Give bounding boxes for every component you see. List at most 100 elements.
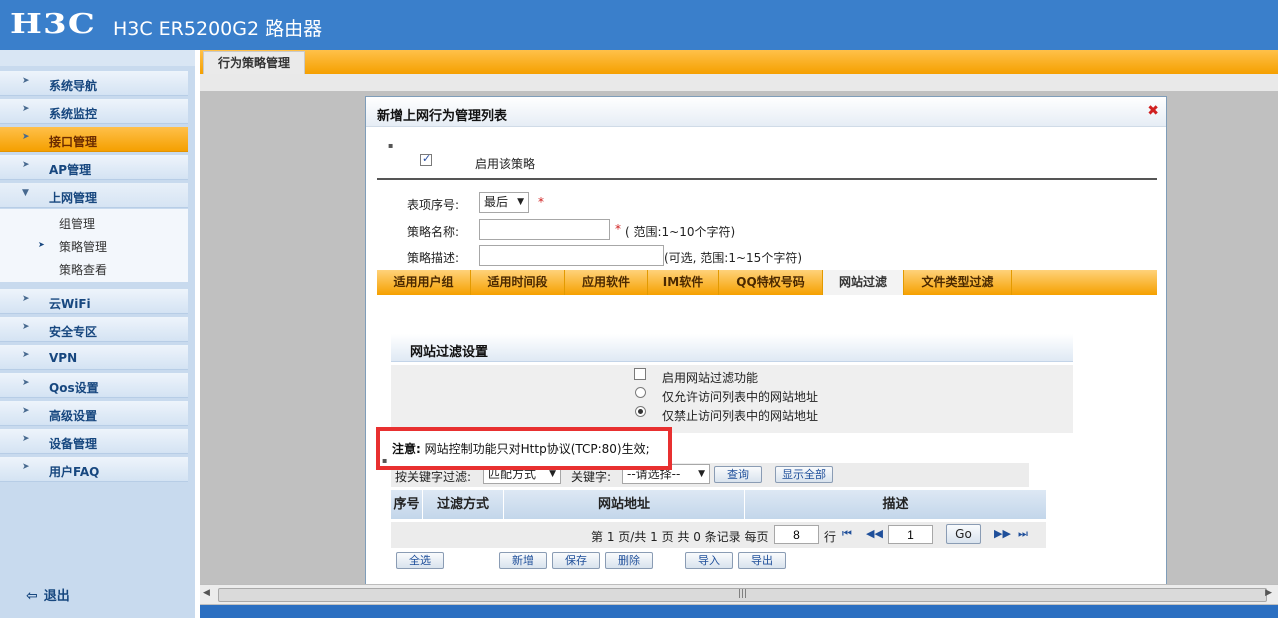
sidebar-item-user-faq[interactable]: ➤ 用户FAQ: [0, 457, 188, 482]
logout-icon: ⇦: [26, 588, 38, 604]
bullet-icon: ▪: [382, 456, 388, 465]
sidebar-item-label: 系统导航: [49, 79, 98, 93]
tab-strip: [200, 74, 1278, 91]
chevron-right-icon: ➤: [38, 240, 45, 249]
sidebar-item-label: 上网管理: [49, 191, 98, 205]
close-icon[interactable]: ✖: [1147, 103, 1159, 119]
chevron-down-icon: ▼: [517, 197, 524, 207]
deny-list-radio[interactable]: [635, 406, 646, 417]
enable-web-filter-label: 启用网站过滤功能: [662, 371, 759, 385]
sidebar: ➤ 系统导航 ➤ 系统监控 ➤ 接口管理 ➤ AP管理 ▼ 上网管理 组管理 ➤…: [0, 50, 195, 618]
chevron-right-icon: ➤: [22, 104, 30, 114]
export-button[interactable]: 导出: [738, 552, 786, 569]
sidebar-item-system-nav[interactable]: ➤ 系统导航: [0, 71, 188, 96]
last-page-icon[interactable]: ⏭: [1018, 527, 1028, 541]
chevron-right-icon: ➤: [22, 434, 30, 444]
name-hint: ( 范围:1~10个字符): [625, 225, 736, 239]
enable-policy-checkbox[interactable]: [420, 152, 432, 166]
col-index: 序号: [391, 490, 423, 519]
allow-list-radio[interactable]: [635, 387, 646, 398]
dialog-title: 新增上网行为管理列表: [377, 109, 508, 124]
required-mark: *: [615, 222, 621, 236]
tab-behavior-policy[interactable]: 行为策略管理: [203, 51, 305, 74]
tab-qq-privilege[interactable]: QQ特权号码: [719, 270, 823, 295]
scroll-left-icon[interactable]: ◀: [203, 588, 210, 598]
tab-im-software[interactable]: IM软件: [648, 270, 719, 295]
divider: [377, 178, 1157, 180]
first-page-icon[interactable]: ⏮: [842, 527, 852, 541]
tab-app-software[interactable]: 应用软件: [565, 270, 648, 295]
main-tab-bar: 行为策略管理: [200, 50, 1278, 74]
logout-label: 退出: [43, 589, 70, 604]
query-button[interactable]: 查询: [714, 466, 762, 483]
keyword-label: 关键字:: [571, 470, 612, 484]
sidebar-item-ap-mgmt[interactable]: ➤ AP管理: [0, 155, 188, 180]
name-label: 策略名称:: [407, 225, 460, 239]
sidebar-subitem-policy-mgmt[interactable]: 策略管理: [59, 238, 107, 255]
enable-web-filter-checkbox[interactable]: [634, 368, 646, 380]
deny-list-label: 仅禁止访问列表中的网站地址: [662, 409, 819, 423]
enable-policy-label: 启用该策略: [475, 157, 536, 171]
chevron-down-icon: ▼: [22, 188, 29, 198]
scrollbar-thumb[interactable]: |||: [218, 588, 1267, 602]
go-button[interactable]: Go: [946, 524, 981, 544]
page-number-input[interactable]: [888, 525, 933, 544]
policy-desc-input[interactable]: [479, 245, 664, 266]
sidebar-item-device-mgmt[interactable]: ➤ 设备管理: [0, 429, 188, 454]
order-select[interactable]: 最后 ▼: [479, 192, 529, 213]
sidebar-item-qos[interactable]: ➤ Qos设置: [0, 373, 188, 398]
tab-time-range[interactable]: 适用时间段: [471, 270, 565, 295]
sidebar-item-system-monitor[interactable]: ➤ 系统监控: [0, 99, 188, 124]
bullet-icon: ▪: [388, 141, 394, 150]
allow-list-label: 仅允许访问列表中的网站地址: [662, 390, 819, 404]
chevron-right-icon: ➤: [22, 350, 30, 360]
notice-prefix: 注意:: [392, 442, 421, 456]
bottom-bar: [200, 605, 1278, 618]
sidebar-item-label: 云WiFi: [49, 297, 91, 311]
main-area: 行为策略管理 新增上网行为管理列表 ✖ ▪ 启用该策略 表项序号: 最后 ▼ *…: [200, 50, 1278, 618]
filter-options: 启用网站过滤功能 仅允许访问列表中的网站地址 仅禁止访问列表中的网站地址: [391, 365, 1073, 433]
sidebar-subitem-group-mgmt[interactable]: 组管理: [59, 215, 95, 232]
import-button[interactable]: 导入: [685, 552, 733, 569]
sidebar-item-vpn[interactable]: ➤ VPN: [0, 345, 188, 370]
sidebar-item-label: 接口管理: [49, 135, 98, 149]
save-button[interactable]: 保存: [552, 552, 600, 569]
chevron-right-icon: ➤: [22, 406, 30, 416]
row-unit: 行: [824, 530, 837, 544]
chevron-right-icon: ➤: [22, 378, 30, 388]
dialog-header: 新增上网行为管理列表 ✖: [366, 97, 1166, 127]
select-all-button[interactable]: 全选: [396, 552, 444, 569]
per-page-input[interactable]: [774, 525, 819, 544]
chevron-right-icon: ➤: [22, 462, 30, 472]
desc-hint: (可选, 范围:1~15个字符): [664, 251, 802, 265]
sidebar-item-label: 高级设置: [49, 409, 98, 423]
tab-file-type-filter[interactable]: 文件类型过滤: [904, 270, 1012, 295]
tab-website-filter[interactable]: 网站过滤: [823, 270, 904, 295]
feature-tabs: 适用用户组 适用时间段 应用软件 IM软件 QQ特权号码 网站过滤 文件类型过滤: [377, 270, 1157, 295]
filter-section-header: 网站过滤设置: [391, 334, 1073, 362]
sidebar-item-security[interactable]: ➤ 安全专区: [0, 317, 188, 342]
notice-box: 注意: 网站控制功能只对Http协议(TCP:80)生效; ▪: [376, 427, 672, 470]
add-button[interactable]: 新增: [499, 552, 547, 569]
tab-user-group[interactable]: 适用用户组: [377, 270, 471, 295]
next-page-icon[interactable]: ▶▶: [994, 527, 1011, 540]
horizontal-scrollbar[interactable]: ◀ ||| ▶: [200, 584, 1278, 604]
sidebar-top-strip: [0, 50, 195, 66]
sidebar-item-internet-mgmt[interactable]: ▼ 上网管理: [0, 183, 188, 208]
order-select-value: 最后: [484, 195, 509, 209]
prev-page-icon[interactable]: ◀◀: [866, 527, 883, 540]
scroll-right-icon[interactable]: ▶: [1265, 588, 1272, 598]
order-label: 表项序号:: [407, 198, 460, 212]
sidebar-item-advanced[interactable]: ➤ 高级设置: [0, 401, 188, 426]
sidebar-item-label: AP管理: [49, 163, 92, 177]
chevron-right-icon: ➤: [22, 294, 30, 304]
policy-name-input[interactable]: [479, 219, 610, 240]
show-all-button[interactable]: 显示全部: [775, 466, 833, 483]
sidebar-item-interface-mgmt[interactable]: ➤ 接口管理: [0, 127, 188, 152]
delete-button[interactable]: 删除: [605, 552, 653, 569]
logout-button[interactable]: ⇦ 退出: [26, 585, 70, 604]
sidebar-item-label: 安全专区: [49, 325, 98, 339]
sidebar-item-cloud-wifi[interactable]: ➤ 云WiFi: [0, 289, 188, 314]
sidebar-subitem-policy-view[interactable]: 策略查看: [59, 261, 107, 278]
add-policy-dialog: 新增上网行为管理列表 ✖ ▪ 启用该策略 表项序号: 最后 ▼ * 策略名称: …: [365, 96, 1167, 588]
